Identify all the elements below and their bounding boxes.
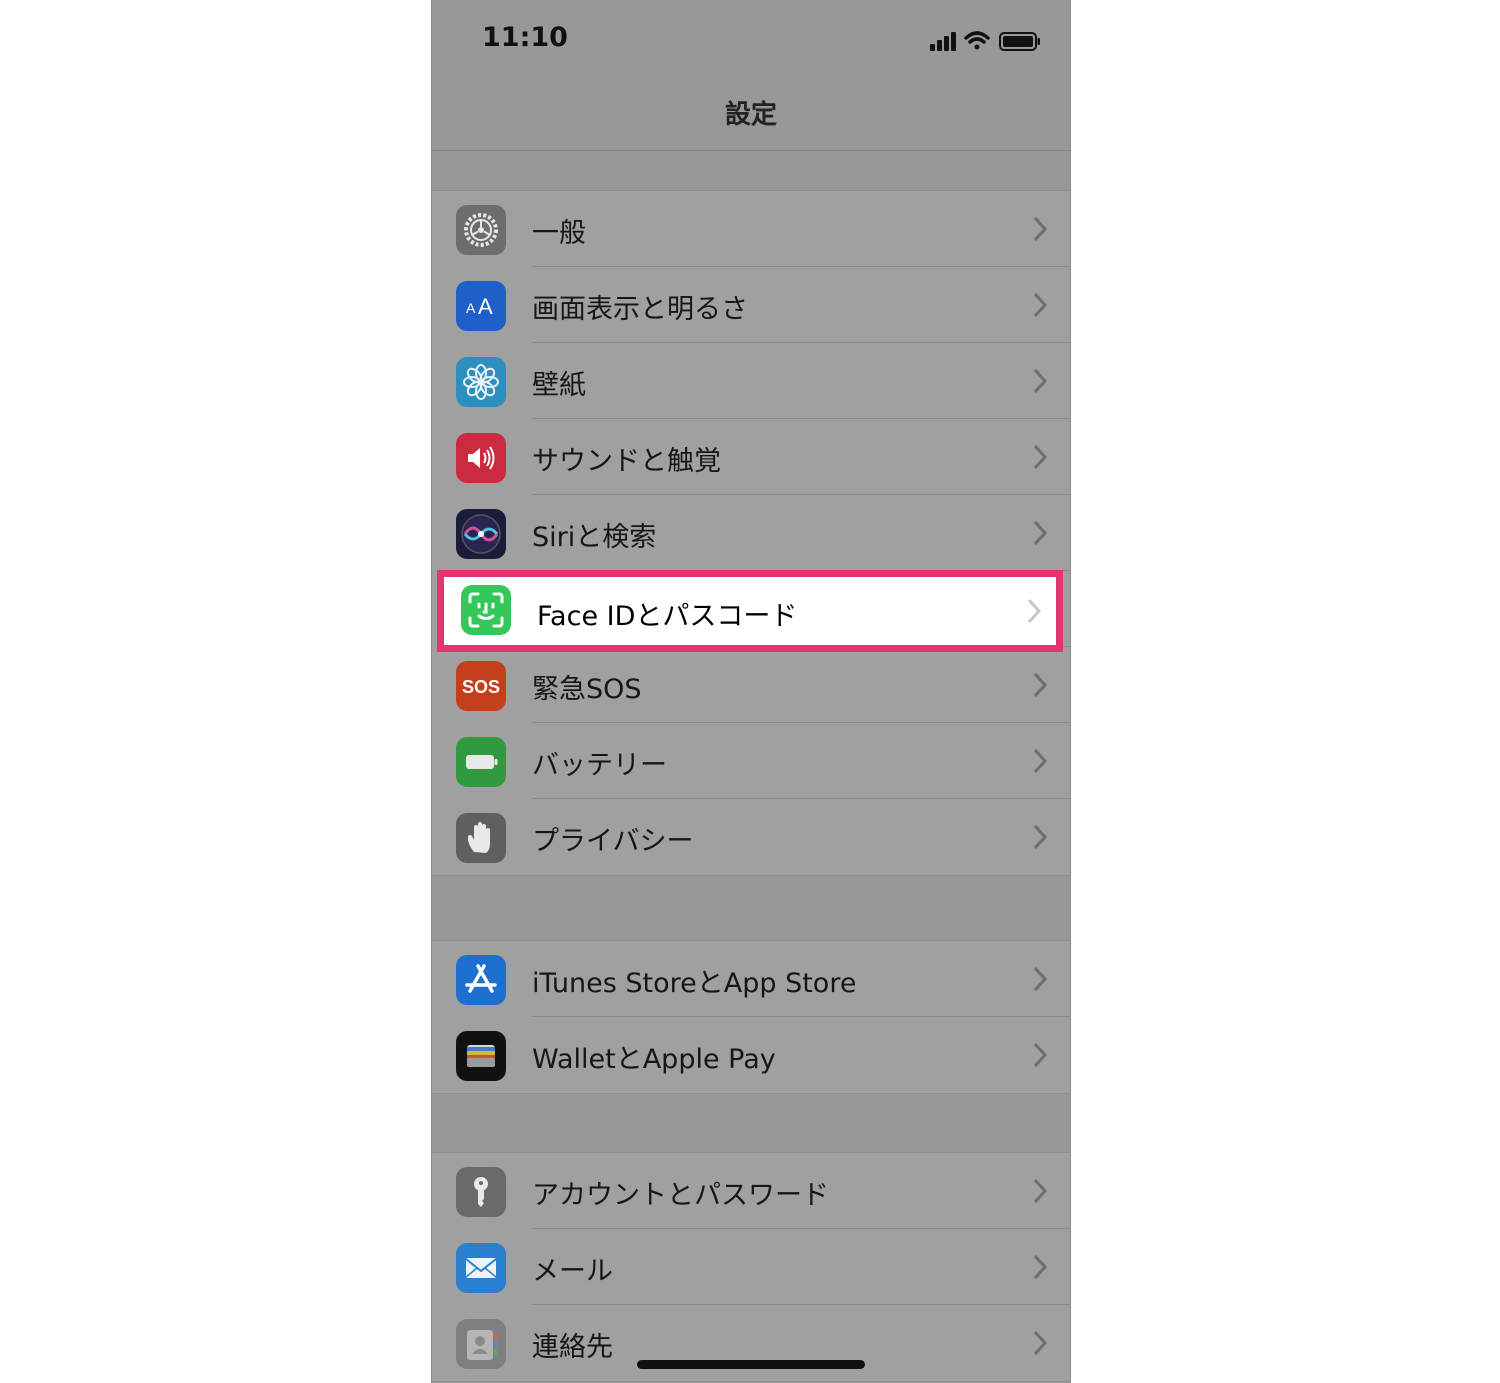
svg-text:A: A xyxy=(466,300,476,316)
settings-row-siri[interactable]: Siriと検索 xyxy=(432,495,1070,571)
settings-row-label: 壁紙 xyxy=(532,370,586,401)
status-time: 11:10 xyxy=(482,22,568,53)
speaker-icon xyxy=(456,433,506,483)
settings-group-2: iTunes StoreとApp Store WalletとApple Pay xyxy=(432,940,1070,1094)
chevron-right-icon xyxy=(1033,216,1048,242)
chevron-right-icon xyxy=(1033,672,1048,698)
settings-row-label: 画面表示と明るさ xyxy=(532,294,748,325)
wifi-icon xyxy=(964,31,990,50)
settings-row-general[interactable]: 一般 xyxy=(432,191,1070,267)
settings-row-face-id-passcode[interactable]: Face IDとパスコード xyxy=(437,570,1063,652)
chevron-right-icon xyxy=(1033,1330,1048,1356)
page-title: 設定 xyxy=(724,100,777,130)
sos-icon: SOS xyxy=(456,661,506,711)
chevron-right-icon xyxy=(1033,966,1048,992)
chevron-right-icon xyxy=(1033,824,1048,850)
chevron-right-icon xyxy=(1033,520,1048,546)
settings-row-label: Siriと検索 xyxy=(532,522,657,553)
chevron-right-icon xyxy=(1033,292,1048,318)
battery-icon xyxy=(456,737,506,787)
nav-divider xyxy=(432,150,1070,151)
settings-row-emergency-sos[interactable]: SOS 緊急SOS xyxy=(432,647,1070,723)
status-icons xyxy=(930,31,1040,51)
home-indicator[interactable] xyxy=(637,1360,865,1369)
settings-row-label: 連絡先 xyxy=(532,1332,613,1363)
chevron-right-icon xyxy=(1033,748,1048,774)
gear-icon xyxy=(456,205,506,255)
settings-group-1: 一般 A A 画面表示と明るさ 壁紙 サウンドと触覚 Siriと検索 SOS 緊… xyxy=(432,190,1070,876)
chevron-right-icon xyxy=(1033,1254,1048,1280)
settings-screen: 11:10 設定 一般 A A 画面表示と明るさ 壁紙 サウンドと触覚 Siri… xyxy=(431,0,1071,1383)
flower-icon xyxy=(456,357,506,407)
status-bar: 11:10 xyxy=(432,0,1070,80)
face-id-icon xyxy=(461,585,511,635)
settings-row-contacts[interactable]: 連絡先 xyxy=(432,1305,1070,1381)
settings-group-3: アカウントとパスワード メール 連絡先 xyxy=(432,1152,1070,1382)
chevron-right-icon xyxy=(1033,368,1048,394)
settings-row-label: アカウントとパスワード xyxy=(532,1180,829,1211)
settings-row-battery[interactable]: バッテリー xyxy=(432,723,1070,799)
settings-row-label: Face IDとパスコード xyxy=(537,601,798,632)
svg-text:A: A xyxy=(478,294,493,319)
chevron-right-icon xyxy=(1033,1042,1048,1068)
chevron-right-icon xyxy=(1033,444,1048,470)
settings-row-display[interactable]: A A 画面表示と明るさ xyxy=(432,267,1070,343)
app-store-icon xyxy=(456,955,506,1005)
settings-row-mail[interactable]: メール xyxy=(432,1229,1070,1305)
settings-row-label: サウンドと触覚 xyxy=(532,446,721,477)
battery-status-icon xyxy=(999,32,1040,51)
text-size-icon: A A xyxy=(456,281,506,331)
settings-row-accounts-passwords[interactable]: アカウントとパスワード xyxy=(432,1153,1070,1229)
hand-icon xyxy=(456,813,506,863)
wallet-icon xyxy=(456,1031,506,1081)
settings-row-itunes-app-store[interactable]: iTunes StoreとApp Store xyxy=(432,941,1070,1017)
contacts-icon xyxy=(456,1319,506,1369)
settings-row-sounds[interactable]: サウンドと触覚 xyxy=(432,419,1070,495)
signal-icon xyxy=(930,32,956,51)
settings-row-label: メール xyxy=(532,1256,613,1287)
key-icon xyxy=(456,1167,506,1217)
siri-icon xyxy=(456,509,506,559)
settings-row-wallpaper[interactable]: 壁紙 xyxy=(432,343,1070,419)
settings-row-label: 一般 xyxy=(532,218,586,249)
sos-icon-text: SOS xyxy=(462,677,500,697)
mail-icon xyxy=(456,1243,506,1293)
settings-row-privacy[interactable]: プライバシー xyxy=(432,799,1070,875)
settings-row-wallet[interactable]: WalletとApple Pay xyxy=(432,1017,1070,1093)
settings-row-label: プライバシー xyxy=(532,826,694,857)
settings-row-label: WalletとApple Pay xyxy=(532,1044,776,1075)
chevron-right-icon xyxy=(1027,598,1042,624)
settings-row-label: 緊急SOS xyxy=(532,674,642,705)
settings-row-label: バッテリー xyxy=(532,750,667,781)
chevron-right-icon xyxy=(1033,1178,1048,1204)
settings-row-label: iTunes StoreとApp Store xyxy=(532,968,857,999)
